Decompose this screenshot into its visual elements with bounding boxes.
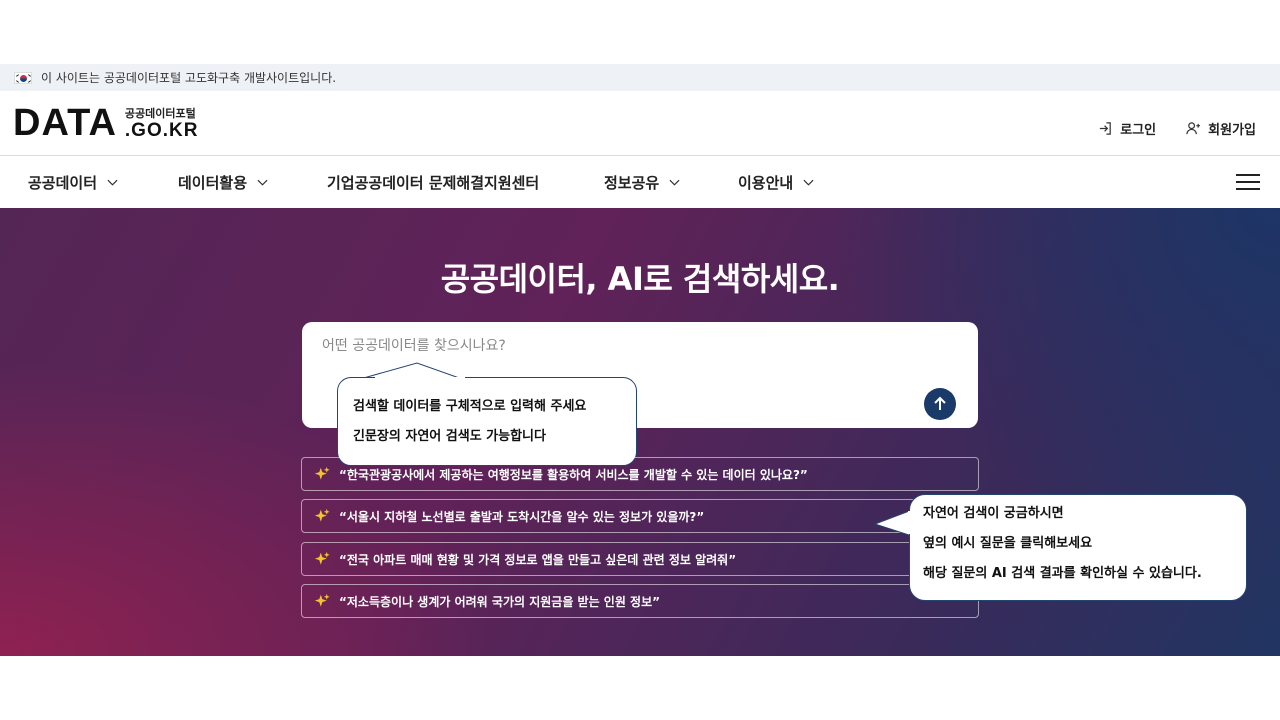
chevron-down-icon	[669, 179, 680, 186]
callout-line: 자연어 검색이 궁금하시면	[923, 506, 1064, 521]
page: 이 사이트는 공공데이터포털 고도화구축 개발사이트입니다. DATA 공공데이…	[0, 0, 1280, 720]
example-question-text: “저소득층이나 생계가 어려워 국가의 지원금을 받는 인원 정보”	[339, 594, 661, 609]
nav-item-info-share[interactable]: 정보공유	[604, 172, 680, 193]
korean-flag-icon	[14, 71, 32, 84]
chevron-down-icon	[257, 179, 268, 186]
example-question[interactable]: “전국 아파트 매매 현황 및 가격 정보로 앱을 만들고 싶은데 관련 정보 …	[301, 542, 979, 576]
example-question-text: “전국 아파트 매매 현황 및 가격 정보로 앱을 만들고 싶은데 관련 정보 …	[339, 552, 737, 567]
signup-link[interactable]: 회원가입	[1186, 119, 1256, 138]
callout-pointer	[874, 510, 912, 537]
logo-korean-text: 공공데이터포털	[124, 107, 196, 120]
nav-item-label: 데이터활용	[178, 174, 248, 192]
notice-text: 이 사이트는 공공데이터포털 고도화구축 개발사이트입니다.	[41, 71, 337, 85]
sparkle-icon	[314, 466, 330, 480]
login-link[interactable]: 로그인	[1098, 119, 1156, 138]
dev-site-notice: 이 사이트는 공공데이터포털 고도화구축 개발사이트입니다.	[0, 64, 1280, 91]
example-tip-callout: 자연어 검색이 궁금하시면 옆의 예시 질문을 클릭해보세요 해당 질문의 AI…	[909, 494, 1247, 601]
nav-item-guide[interactable]: 이용안내	[738, 172, 814, 193]
add-user-icon	[1186, 122, 1201, 135]
arrow-up-icon	[934, 396, 946, 410]
nav-item-label: 정보공유	[604, 174, 660, 192]
site-logo[interactable]: DATA 공공데이터포털 .GO.KR	[13, 102, 199, 144]
nav-item-problem-solving-center[interactable]: 기업공공데이터 문제해결지원센터	[327, 172, 539, 193]
chevron-down-icon	[107, 179, 118, 186]
nav-item-label: 이용안내	[738, 174, 794, 192]
nav-item-data-use[interactable]: 데이터활용	[178, 172, 268, 193]
utility-menu: 로그인 회원가입	[1098, 119, 1256, 138]
nav-item-label: 공공데이터	[28, 174, 98, 192]
search-tip-callout: 검색할 데이터를 구체적으로 입력해 주세요 긴문장의 자연어 검색도 가능합니…	[337, 377, 637, 466]
hamburger-menu-icon[interactable]	[1236, 169, 1262, 193]
callout-line: 해당 질문의 AI 검색 결과를 확인하실 수 있습니다.	[923, 566, 1202, 581]
callout-line: 긴문장의 자연어 검색도 가능합니다	[353, 429, 546, 444]
example-question-text: “서울시 지하철 노선별로 출발과 도착시간을 알수 있는 정보가 있을까?”	[339, 509, 705, 524]
nav-item-public-data[interactable]: 공공데이터	[28, 172, 118, 193]
site-header: DATA 공공데이터포털 .GO.KR 로그인 회원가입	[0, 91, 1280, 156]
ai-search-input[interactable]	[322, 338, 882, 354]
nav-item-label: 기업공공데이터 문제해결지원센터	[327, 174, 540, 192]
hero-section: 공공데이터, AI로 검색하세요. 검색할 데이터를 구체적으로 입력해 주세요…	[0, 208, 1280, 656]
sparkle-icon	[314, 508, 330, 522]
callout-line: 옆의 예시 질문을 클릭해보세요	[923, 536, 1093, 551]
sparkle-icon	[314, 593, 330, 607]
example-question[interactable]: “한국관광공사에서 제공하는 여행정보를 활용하여 서비스를 개발할 수 있는 …	[301, 457, 979, 491]
hero-title: 공공데이터, AI로 검색하세요.	[440, 260, 840, 298]
login-icon	[1100, 122, 1112, 135]
search-submit-button[interactable]	[924, 388, 956, 420]
login-label: 로그인	[1120, 123, 1157, 138]
chevron-down-icon	[803, 179, 814, 186]
signup-label: 회원가입	[1208, 123, 1256, 138]
callout-line: 검색할 데이터를 구체적으로 입력해 주세요	[353, 399, 587, 414]
logo-data-text: DATA	[13, 102, 117, 144]
example-question-text: “한국관광공사에서 제공하는 여행정보를 활용하여 서비스를 개발할 수 있는 …	[339, 467, 808, 482]
logo-domain-text: .GO.KR	[124, 120, 199, 141]
example-question[interactable]: “저소득층이나 생계가 어려워 국가의 지원금을 받는 인원 정보”	[301, 584, 979, 618]
main-navigation: 공공데이터 데이터활용 기업공공데이터 문제해결지원센터 정보공유 이용안내	[0, 157, 1280, 208]
sparkle-icon	[314, 551, 330, 565]
